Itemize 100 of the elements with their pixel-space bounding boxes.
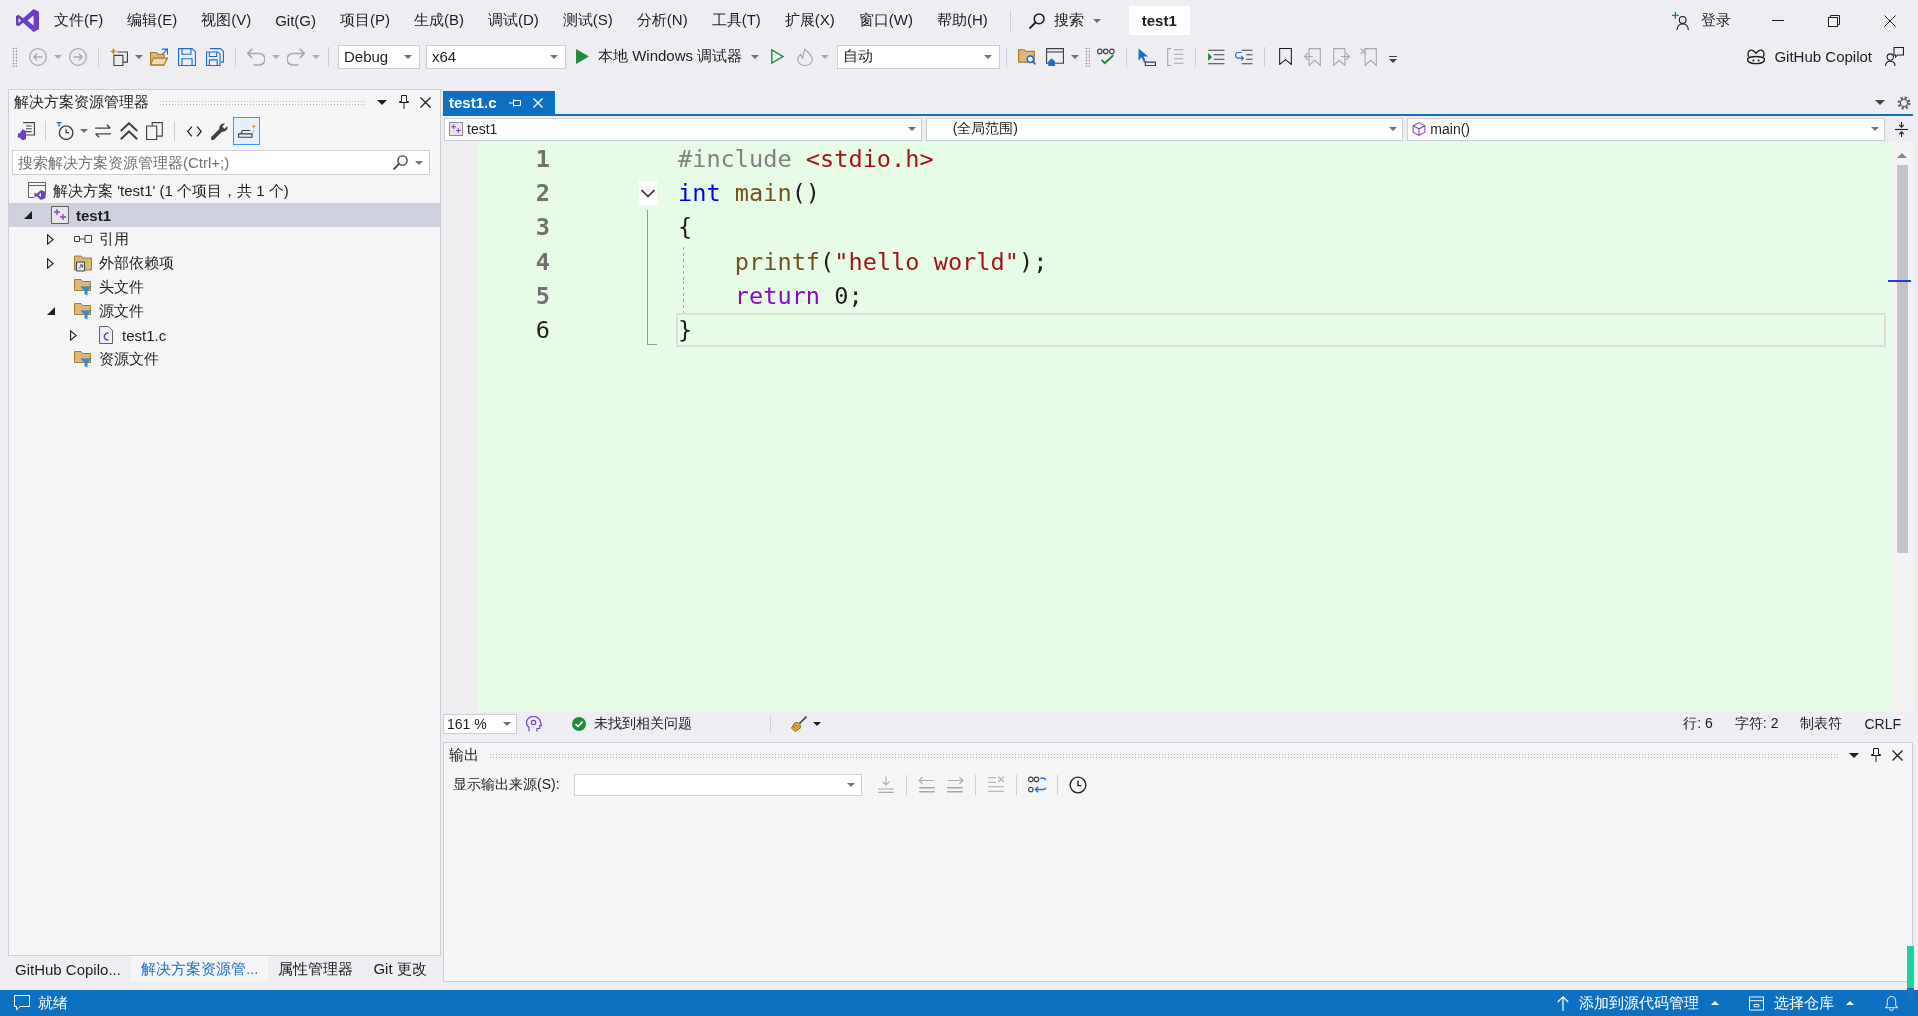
tree-item[interactable]: 源文件 bbox=[9, 299, 440, 323]
cursor-bar-icon bbox=[1138, 47, 1157, 66]
vertical-scrollbar[interactable] bbox=[1891, 142, 1913, 712]
startup-item-dropdown[interactable]: 自动 bbox=[837, 44, 1001, 69]
panel-tab[interactable]: Git 更改 bbox=[363, 956, 437, 982]
menu-item[interactable]: 窗口(W) bbox=[846, 5, 925, 36]
toolbar-grip[interactable] bbox=[12, 46, 17, 67]
panel-tab[interactable]: 属性管理器 bbox=[268, 956, 364, 982]
scrollbar-thumb[interactable] bbox=[1896, 165, 1908, 553]
tree-expander-icon[interactable] bbox=[24, 211, 32, 219]
line-number: 4 bbox=[534, 246, 550, 278]
curved-arrow-left-icon bbox=[247, 47, 265, 66]
tree-item[interactable]: 解决方案 'test1' (1 个项目，共 1 个) bbox=[9, 179, 440, 203]
menu-item[interactable]: 分析(N) bbox=[624, 5, 700, 36]
tree-item[interactable]: 引用 bbox=[9, 227, 440, 251]
tray-sparkle-icon bbox=[237, 122, 256, 140]
issues-button[interactable]: 未找到相关问题 bbox=[572, 714, 692, 733]
menu-item[interactable]: 调试(D) bbox=[476, 5, 551, 36]
member-dropdown[interactable]: main() bbox=[1407, 117, 1885, 141]
folder-magnifier-icon bbox=[1018, 47, 1037, 66]
fold-guide bbox=[647, 312, 657, 346]
code-line: printf("hello world"); bbox=[676, 244, 1050, 279]
head-outline-icon[interactable] bbox=[526, 715, 542, 732]
scope-dropdown[interactable]: (全局范围) bbox=[925, 117, 1404, 141]
close-icon[interactable] bbox=[1892, 749, 1903, 761]
tree-item[interactable]: test1 bbox=[9, 203, 440, 227]
search-field[interactable]: 搜索解决方案资源管理器(Ctrl+;) bbox=[12, 150, 430, 175]
bookmark-cross-icon bbox=[1360, 47, 1379, 66]
menu-item[interactable]: 帮助(H) bbox=[924, 5, 1000, 36]
tree-expander-icon[interactable] bbox=[70, 329, 77, 341]
split-arrows-icon[interactable] bbox=[1895, 121, 1908, 137]
menu-item[interactable]: 工具(T) bbox=[699, 5, 773, 36]
project-dropdown[interactable]: test1 bbox=[444, 117, 922, 141]
archive-box-icon bbox=[1749, 995, 1764, 1011]
restore-icon bbox=[1828, 14, 1840, 27]
source-control-button[interactable]: 添加到源代码管理 bbox=[1557, 993, 1719, 1013]
stacked-documents-icon bbox=[146, 122, 164, 140]
preview-toggle[interactable] bbox=[233, 117, 260, 145]
line-ending-indicator[interactable]: CRLF bbox=[1864, 715, 1901, 732]
chevron-down-icon[interactable] bbox=[639, 181, 657, 206]
caret-icon[interactable] bbox=[1849, 752, 1859, 758]
tree-item[interactable]: test1.c bbox=[9, 323, 440, 347]
menu-item[interactable]: 测试(S) bbox=[550, 5, 625, 36]
bar-caret-icon[interactable] bbox=[1389, 56, 1398, 63]
panel-tab[interactable]: 解决方案资源管... bbox=[130, 956, 269, 982]
zoom-dropdown[interactable]: 161 % bbox=[443, 713, 517, 734]
tree-item[interactable]: 资源文件 bbox=[9, 347, 440, 371]
speech-bubble-icon[interactable] bbox=[14, 995, 30, 1011]
caret-icon[interactable] bbox=[1875, 100, 1885, 105]
triangle-up-icon[interactable] bbox=[1897, 153, 1907, 158]
platform-dropdown[interactable]: x64 bbox=[426, 44, 566, 69]
bookmark-icon bbox=[1278, 48, 1292, 65]
pin-icon[interactable] bbox=[1871, 748, 1881, 762]
menu-item[interactable]: Git(G) bbox=[263, 5, 328, 36]
play-icon bbox=[576, 49, 589, 64]
indentation-indicator[interactable]: 制表符 bbox=[1800, 714, 1843, 733]
folder-funnel-icon bbox=[74, 350, 92, 368]
menu-item[interactable]: 视图(V) bbox=[189, 5, 264, 36]
tree-item[interactable]: 头文件 bbox=[9, 275, 440, 299]
menu-item[interactable]: 编辑(E) bbox=[115, 5, 190, 36]
caret-icon bbox=[503, 721, 511, 726]
copilot-button[interactable]: GitHub Copilot bbox=[1743, 43, 1876, 70]
menu-item[interactable]: 文件(F) bbox=[42, 5, 116, 36]
caret-icon bbox=[1871, 127, 1879, 131]
left-arrow-lines-icon bbox=[917, 776, 936, 794]
column-indicator[interactable]: 字符: 2 bbox=[1734, 714, 1779, 733]
notifications-button[interactable] bbox=[1884, 995, 1899, 1011]
gear-icon[interactable] bbox=[1897, 95, 1911, 110]
repository-button[interactable]: 选择仓库 bbox=[1749, 993, 1854, 1013]
cube-icon bbox=[1412, 122, 1427, 136]
caret-icon bbox=[1092, 18, 1101, 23]
tree-item[interactable]: 外部依赖项 bbox=[9, 251, 440, 275]
tree-expander-icon[interactable] bbox=[47, 233, 54, 245]
sign-in-button[interactable]: 登录 bbox=[1672, 5, 1731, 36]
folder-shortcut-icon bbox=[74, 254, 92, 272]
person-bubble-icon bbox=[1884, 47, 1904, 66]
pin-icon[interactable] bbox=[399, 95, 409, 109]
close-icon[interactable] bbox=[420, 96, 431, 108]
code-line: { bbox=[677, 212, 694, 244]
activity-indicator bbox=[1907, 946, 1914, 998]
add-user-icon bbox=[1672, 11, 1690, 30]
search-button[interactable]: 搜索 bbox=[1022, 5, 1107, 36]
right-arrow-lines-icon bbox=[945, 776, 964, 794]
floppy-disks-icon bbox=[206, 47, 224, 66]
tree-expander-icon[interactable] bbox=[47, 257, 54, 269]
play-outline-icon bbox=[770, 49, 784, 64]
panel-tab[interactable]: GitHub Copilo... bbox=[5, 956, 131, 982]
line-indicator[interactable]: 行: 6 bbox=[1683, 714, 1713, 733]
menu-item[interactable]: 项目(P) bbox=[328, 5, 402, 36]
plus-box-icon bbox=[51, 206, 69, 224]
caret-icon[interactable] bbox=[377, 99, 387, 105]
configuration-dropdown[interactable]: Debug bbox=[338, 44, 420, 69]
squares-star-icon bbox=[110, 47, 128, 66]
menu-item[interactable]: 扩展(X) bbox=[772, 5, 847, 36]
toolbar-grip[interactable] bbox=[1085, 46, 1091, 67]
search-icon[interactable] bbox=[393, 155, 408, 170]
menu-item[interactable]: 生成(B) bbox=[402, 5, 476, 36]
tree-expander-icon[interactable] bbox=[47, 307, 55, 315]
start-debugging-button[interactable]: 本地 Windows 调试器 bbox=[566, 43, 764, 70]
code-cleanup-button[interactable] bbox=[791, 715, 821, 732]
